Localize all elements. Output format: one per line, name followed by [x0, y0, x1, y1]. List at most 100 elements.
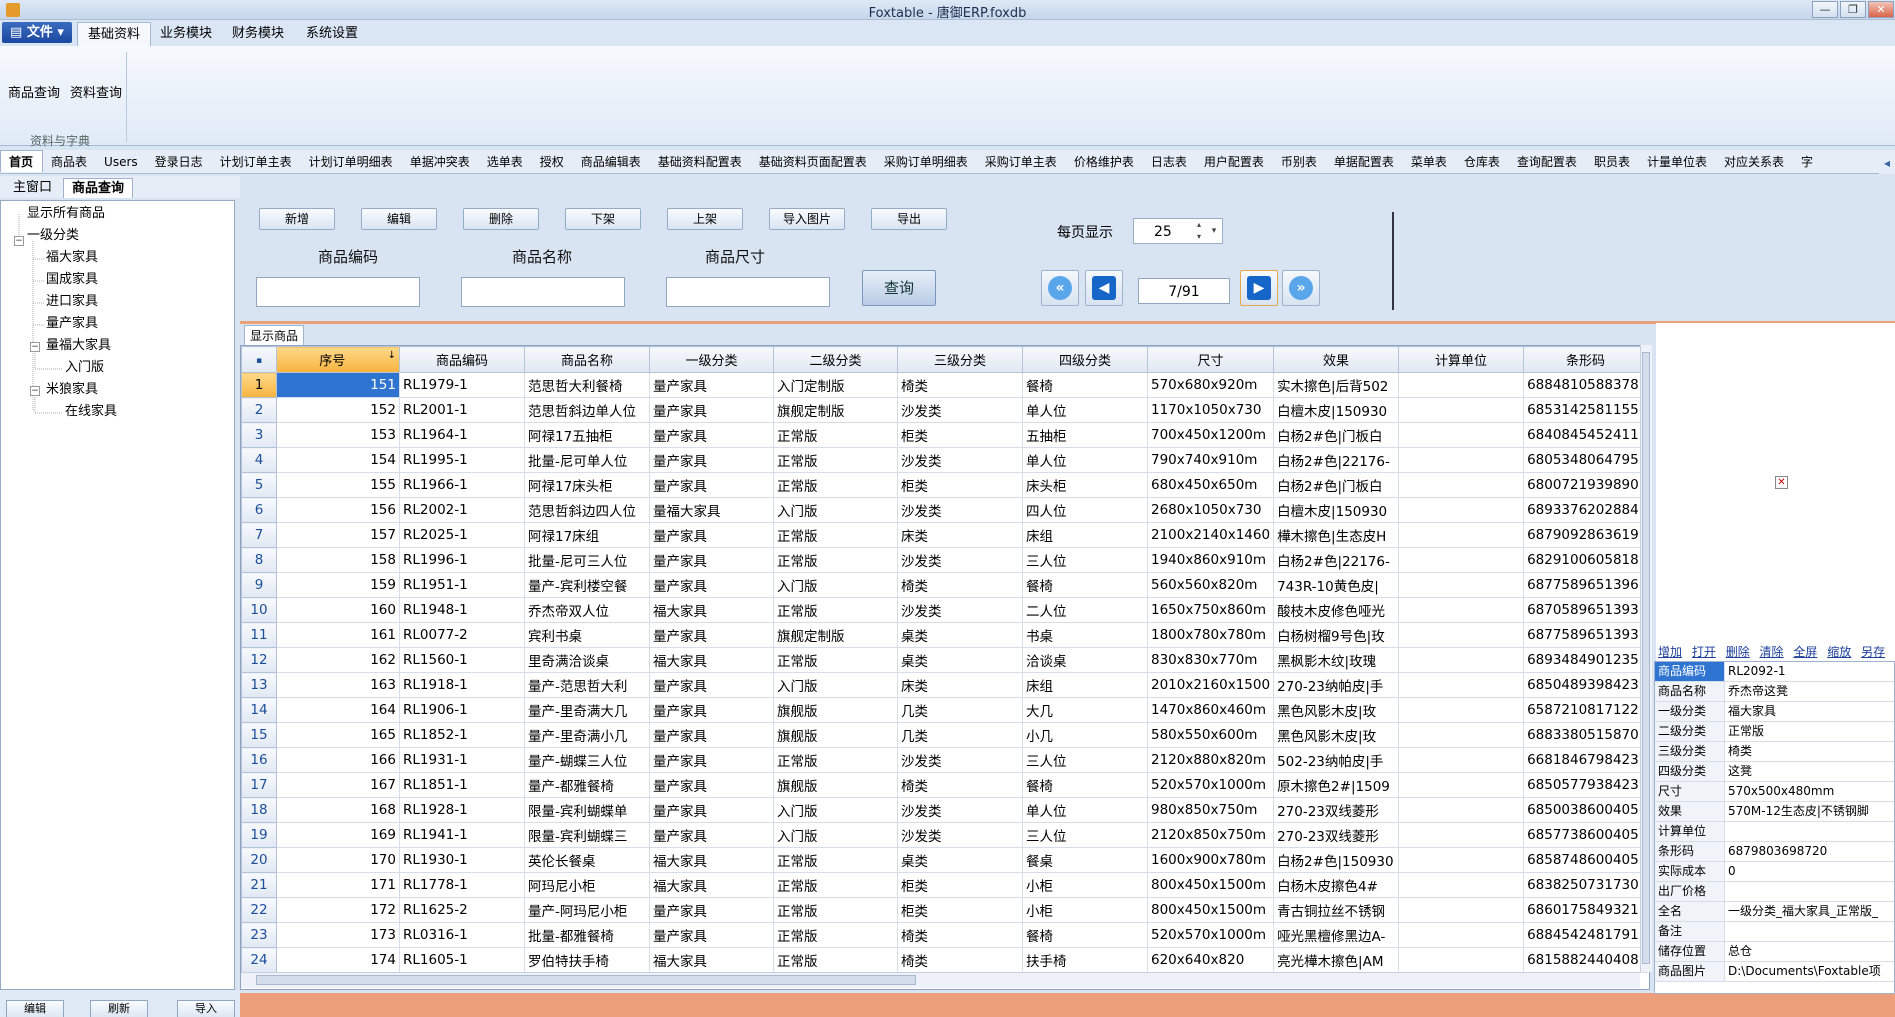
sheet-tab[interactable]: 用户配置表 [1196, 151, 1273, 173]
table-cell[interactable]: 6883380515870 [1523, 722, 1649, 748]
table-cell[interactable]: 6884810588378 [1523, 372, 1649, 398]
sheet-tab[interactable]: 基础资料配置表 [650, 151, 751, 173]
detail-value[interactable]: 6879803698720 [1725, 842, 1894, 861]
tree-node-online[interactable]: 在线家具 [65, 402, 117, 422]
import-button[interactable]: 导入 [177, 1000, 235, 1017]
sheet-tab[interactable]: 商品表 [43, 151, 96, 173]
table-cell[interactable]: 正常版 [773, 647, 898, 673]
sheet-tab[interactable]: 选单表 [479, 151, 532, 173]
delete-image-link[interactable]: 删除 [1726, 645, 1750, 659]
table-cell[interactable]: 范思哲斜边单人位 [524, 397, 650, 423]
table-cell[interactable]: 173 [276, 922, 400, 948]
save-as-image-link[interactable]: 另存 [1861, 645, 1885, 659]
table-cell[interactable]: 560x560x820m [1146, 572, 1275, 598]
row-number[interactable]: 3 [241, 422, 277, 448]
detail-row[interactable]: 商品编码 RL2092-1 [1655, 662, 1894, 682]
table-cell[interactable] [1398, 872, 1525, 898]
table-cell[interactable]: 白杨2#色|150930 [1273, 847, 1400, 873]
list-button[interactable]: 上架 [667, 208, 743, 230]
table-cell[interactable]: 166 [276, 747, 400, 773]
table-cell[interactable]: 批量-尼可三人位 [524, 547, 650, 573]
row-number[interactable]: 13 [241, 672, 277, 698]
table-cell[interactable]: 英伦长餐桌 [524, 847, 650, 873]
row-number[interactable]: 10 [241, 597, 277, 623]
table-cell[interactable]: RL1918-1 [399, 672, 525, 698]
table-row[interactable]: 12 162 RL1560-1 里奇满洽谈桌 福大家具 正常版 桌类 洽谈桌 830x830x7… [241, 647, 1649, 673]
open-image-link[interactable]: 打开 [1692, 645, 1716, 659]
row-number[interactable]: 9 [241, 572, 277, 598]
table-cell[interactable]: RL1852-1 [399, 722, 525, 748]
sheet-tab[interactable]: 单据配置表 [1326, 151, 1403, 173]
tree-node-entry[interactable]: 入门版 [65, 358, 104, 378]
ribbon-tab-finance[interactable]: 财务模块 [222, 22, 294, 46]
table-cell[interactable]: 旗舰定制版 [773, 397, 898, 423]
table-cell[interactable]: 三人位 [1022, 822, 1148, 848]
table-row[interactable]: 18 168 RL1928-1 限量-宾利蝴蝶单 量产家具 入门版 沙发类 单人位 980x85… [241, 797, 1649, 823]
spinner-icon[interactable]: ▴ ▾ [1193, 219, 1205, 243]
table-cell[interactable]: 量产家具 [649, 672, 774, 698]
table-cell[interactable]: 沙发类 [897, 447, 1023, 473]
table-cell[interactable]: 正常版 [773, 922, 898, 948]
table-cell[interactable]: 餐椅 [1022, 772, 1148, 798]
table-cell[interactable]: 三人位 [1022, 747, 1148, 773]
export-button[interactable]: 导出 [871, 208, 947, 230]
table-cell[interactable]: 量产家具 [649, 822, 774, 848]
table-cell[interactable]: 量福大家具 [649, 497, 774, 523]
sheet-tab[interactable]: 采购订单明细表 [876, 151, 977, 173]
row-number[interactable]: 11 [241, 622, 277, 648]
column-header-level3[interactable]: 三级分类 [897, 346, 1023, 373]
table-cell[interactable]: 620x640x820 [1146, 947, 1275, 973]
table-cell[interactable]: 2100x2140x1460 [1146, 522, 1275, 548]
table-cell[interactable]: 量产-里奇满大几 [524, 697, 650, 723]
table-cell[interactable]: 批量-都雅餐椅 [524, 922, 650, 948]
table-cell[interactable]: 830x830x770m [1146, 647, 1275, 673]
table-cell[interactable]: 福大家具 [649, 597, 774, 623]
table-cell[interactable]: 大几 [1022, 697, 1148, 723]
table-cell[interactable]: 沙发类 [897, 797, 1023, 823]
sheet-tab[interactable]: 职员表 [1586, 151, 1639, 173]
detail-row[interactable]: 出厂价格 [1655, 882, 1894, 902]
table-cell[interactable]: 柜类 [897, 472, 1023, 498]
edit-tree-button[interactable]: 编辑 [6, 1000, 64, 1017]
table-cell[interactable]: 165 [276, 722, 400, 748]
table-cell[interactable]: 小几 [1022, 722, 1148, 748]
table-cell[interactable]: RL1941-1 [399, 822, 525, 848]
table-cell[interactable] [1398, 572, 1525, 598]
table-cell[interactable]: RL2025-1 [399, 522, 525, 548]
collapse-toggle-icon[interactable]: − [14, 236, 24, 246]
table-cell[interactable]: 入门版 [773, 822, 898, 848]
detail-value[interactable]: 570M-12生态皮|不锈钢脚 [1725, 802, 1894, 821]
table-cell[interactable]: RL2002-1 [399, 497, 525, 523]
table-cell[interactable]: 几类 [897, 697, 1023, 723]
table-cell[interactable]: 批量-尼可单人位 [524, 447, 650, 473]
table-cell[interactable]: 餐椅 [1022, 922, 1148, 948]
table-cell[interactable]: 1600x900x780m [1146, 847, 1275, 873]
detail-value[interactable]: 椅类 [1725, 742, 1894, 761]
detail-value[interactable]: RL2092-1 [1725, 662, 1894, 681]
table-cell[interactable]: 172 [276, 897, 400, 923]
table-row[interactable]: 21 171 RL1778-1 阿玛尼小柜 福大家具 正常版 柜类 小柜 800x450x150… [241, 872, 1649, 898]
table-row[interactable]: 24 174 RL1605-1 罗伯特扶手椅 福大家具 正常版 椅类 扶手椅 620x640x8… [241, 947, 1649, 973]
row-number[interactable]: 20 [241, 847, 277, 873]
row-number[interactable]: 23 [241, 922, 277, 948]
ribbon-tab-settings[interactable]: 系统设置 [296, 22, 368, 46]
table-cell[interactable]: 餐椅 [1022, 372, 1148, 398]
table-cell[interactable]: 1800x780x780m [1146, 622, 1275, 648]
table-cell[interactable] [1398, 947, 1525, 973]
table-cell[interactable]: 6877589651396 [1523, 572, 1649, 598]
table-row[interactable]: 11 161 RL0077-2 宾利书桌 量产家具 旗舰定制版 桌类 书桌 1800x780x7… [241, 622, 1649, 648]
table-cell[interactable]: 罗伯特扶手椅 [524, 947, 650, 973]
table-cell[interactable]: 160 [276, 597, 400, 623]
table-cell[interactable]: 正常版 [773, 472, 898, 498]
table-cell[interactable]: 量产家具 [649, 922, 774, 948]
table-cell[interactable]: 270-23双线菱形 [1273, 797, 1400, 823]
table-cell[interactable] [1398, 447, 1525, 473]
fullscreen-image-link[interactable]: 全屏 [1793, 645, 1817, 659]
table-cell[interactable]: 6815882440408 [1523, 947, 1649, 973]
table-cell[interactable]: 1940x860x910m [1146, 547, 1275, 573]
table-cell[interactable]: 餐桌 [1022, 847, 1148, 873]
table-cell[interactable]: RL0316-1 [399, 922, 525, 948]
table-cell[interactable]: 2120x850x750m [1146, 822, 1275, 848]
tree-node-milang[interactable]: 米狼家具 [46, 380, 98, 400]
add-image-link[interactable]: 增加 [1658, 645, 1682, 659]
